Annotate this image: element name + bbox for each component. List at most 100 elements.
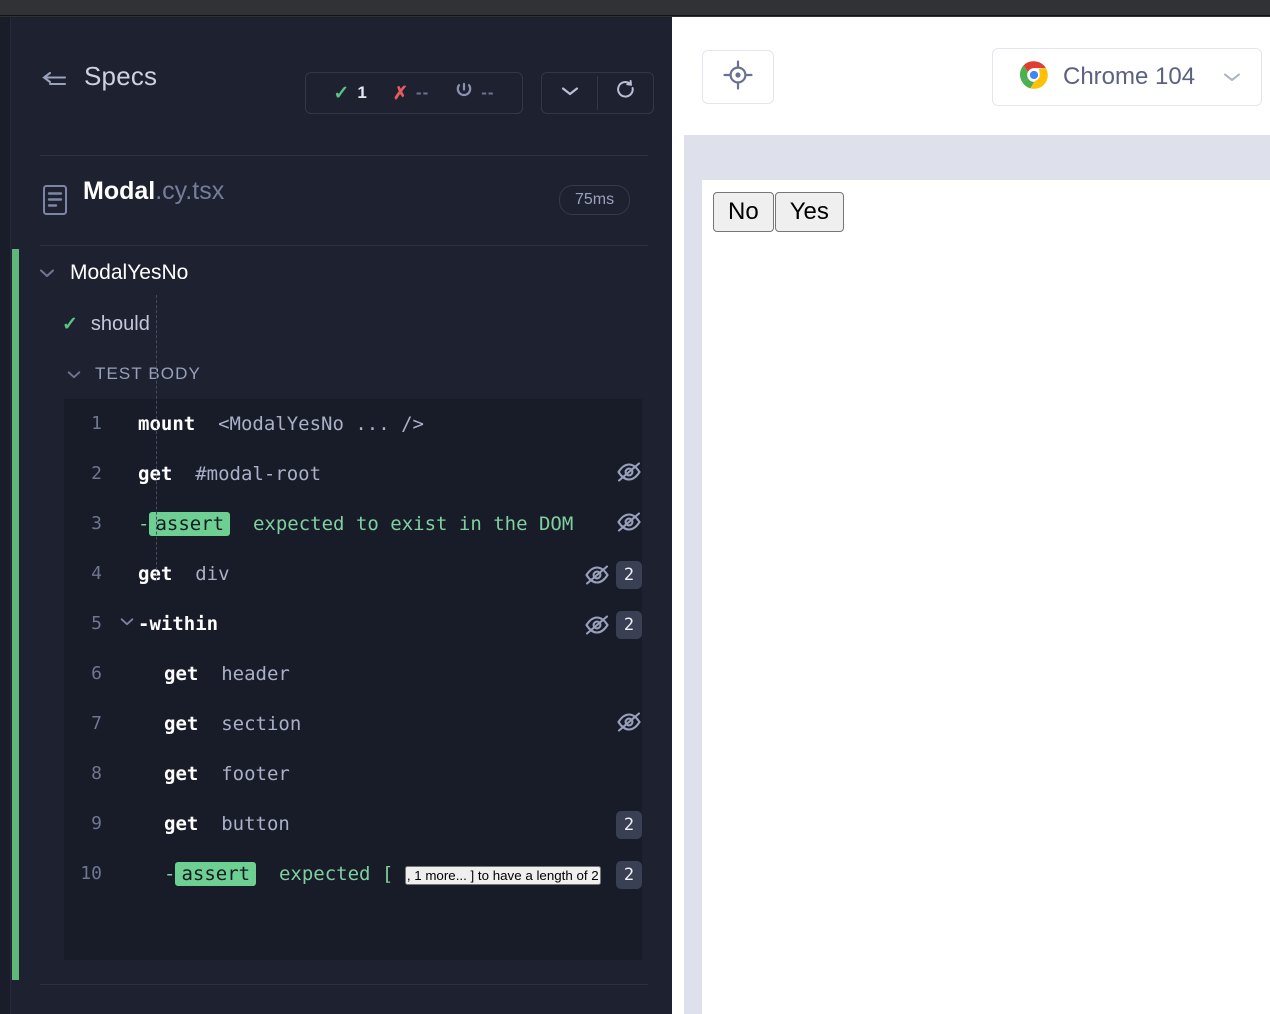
assert-prefix: - xyxy=(138,513,150,535)
spec-file-row[interactable]: Modal.cy.tsx 75ms xyxy=(11,158,672,244)
reporter-controls xyxy=(541,72,654,114)
command-toggle-spacer xyxy=(116,399,138,416)
command-argument: section xyxy=(198,713,302,735)
modal-button-yes[interactable]: Yes xyxy=(774,192,844,232)
test-stats: ✓ 1 ✗ -- -- xyxy=(305,72,523,114)
aut-header: Chrome 104 xyxy=(672,17,1270,135)
test-name: should xyxy=(90,313,150,335)
reporter-header: Specs ✓ 1 ✗ -- -- xyxy=(11,17,672,133)
element-count-badge: 2 xyxy=(616,561,642,589)
command-name: get xyxy=(164,763,199,785)
app-iframe[interactable]: No Yes xyxy=(702,180,1270,1014)
element-count-badge: 2 xyxy=(616,611,642,639)
command-name: get xyxy=(164,663,199,685)
command-argument: <ModalYesNo ... /> xyxy=(195,413,424,435)
command-number: 6 xyxy=(91,663,102,684)
nested-command-guide-line xyxy=(156,295,157,580)
command-row[interactable]: 1 mount <ModalYesNo ... /> xyxy=(64,399,642,449)
command-text: get div xyxy=(138,549,576,599)
command-row[interactable]: 9 get button 2 xyxy=(64,799,642,849)
pending-circle-icon xyxy=(455,82,473,105)
command-row[interactable]: 6 get header xyxy=(64,649,642,699)
command-toggle-spacer xyxy=(116,799,138,816)
chevron-down-icon[interactable] xyxy=(116,599,138,627)
command-number: 3 xyxy=(91,513,102,534)
selector-playground-button[interactable] xyxy=(702,50,774,104)
reporter-left-edge xyxy=(0,17,11,1014)
stat-pending: -- xyxy=(442,82,507,105)
command-text: get footer xyxy=(138,749,634,799)
collapse-all-button[interactable] xyxy=(542,73,597,113)
eye-hidden-icon xyxy=(616,461,642,483)
chevron-down-icon[interactable] xyxy=(38,267,56,279)
command-indicators xyxy=(616,449,642,483)
command-text: get header xyxy=(138,649,634,699)
test-body-header[interactable]: TEST BODY xyxy=(66,364,201,384)
command-row[interactable]: 4 get div 2 xyxy=(64,549,642,599)
command-indicators: 2 xyxy=(616,849,642,889)
browser-name: Chrome 104 xyxy=(1063,63,1196,90)
command-number: 9 xyxy=(91,813,102,834)
command-row[interactable]: 8 get footer xyxy=(64,749,642,799)
command-number: 2 xyxy=(91,463,102,484)
stat-passed: ✓ 1 xyxy=(320,83,379,103)
command-number: 1 xyxy=(91,413,102,434)
command-argument: #modal-root xyxy=(172,463,322,485)
command-argument: button xyxy=(198,813,290,835)
test-row[interactable]: ✓ should xyxy=(62,313,150,336)
command-row[interactable]: 10 - assert expected [ , 1 more... ] to ha… xyxy=(64,849,642,899)
command-number: 10 xyxy=(80,863,102,884)
eye-hidden-icon xyxy=(584,564,610,586)
browser-selector[interactable]: Chrome 104 xyxy=(992,48,1262,106)
command-name: get xyxy=(164,813,199,835)
command-toggle-spacer xyxy=(116,499,138,516)
rerun-tests-button[interactable] xyxy=(598,73,653,113)
spec-extension: .cy.tsx xyxy=(155,177,225,205)
test-pass-indicator-bar xyxy=(12,249,19,980)
modal-button-group: No Yes xyxy=(713,192,844,232)
refresh-icon xyxy=(615,79,637,107)
pending-count: -- xyxy=(481,83,495,102)
command-number: 7 xyxy=(91,713,102,734)
suite-name: ModalYesNo xyxy=(70,261,189,284)
failed-count: -- xyxy=(415,83,430,102)
command-text: get button xyxy=(138,799,608,849)
page-title[interactable]: Specs xyxy=(84,61,157,92)
command-row[interactable]: 7 get section xyxy=(64,699,642,749)
command-number: 4 xyxy=(91,563,102,584)
cypress-component-test-runner: Specs ✓ 1 ✗ -- -- Modal.cy.tsx 75ms Moda… xyxy=(0,0,1270,1014)
chevron-down-icon[interactable] xyxy=(1221,70,1243,84)
spec-duration-badge: 75ms xyxy=(559,185,631,215)
command-indicators: 2 xyxy=(584,599,642,639)
x-icon: ✗ xyxy=(392,83,408,103)
eye-hidden-icon xyxy=(616,511,642,533)
command-argument: div xyxy=(172,563,230,585)
spec-divider xyxy=(40,245,648,246)
back-arrow-icon[interactable] xyxy=(41,69,67,91)
command-number: 8 xyxy=(91,763,102,784)
aut-panel: Chrome 104 No Yes xyxy=(672,17,1270,1014)
command-name: mount xyxy=(138,413,196,435)
command-number: 5 xyxy=(91,613,102,634)
command-row[interactable]: 2 get #modal-root xyxy=(64,449,642,499)
command-indicators xyxy=(616,699,642,733)
assert-badge: assert xyxy=(175,862,257,886)
command-indicators: 2 xyxy=(616,799,642,839)
command-toggle-spacer xyxy=(116,699,138,716)
aut-stage: No Yes xyxy=(684,135,1270,1014)
command-text: - assert expected to exist in the DOM xyxy=(138,499,608,549)
command-row[interactable]: 5 -within 2 xyxy=(64,599,642,649)
crosshair-target-icon xyxy=(723,59,753,95)
command-argument: header xyxy=(198,663,290,685)
modal-button-no[interactable]: No xyxy=(713,192,774,232)
command-indicators: 2 xyxy=(584,549,642,589)
passed-count: 1 xyxy=(357,83,367,102)
assert-message: expected to exist in the DOM xyxy=(230,513,574,535)
element-count-badge: 2 xyxy=(616,811,642,839)
os-title-bar xyxy=(0,0,1270,16)
suite-row[interactable]: ModalYesNo xyxy=(38,261,188,285)
command-name: -within xyxy=(138,613,219,635)
chevron-down-icon[interactable] xyxy=(66,369,82,380)
eye-hidden-icon xyxy=(616,711,642,733)
command-row[interactable]: 3 - assert expected to exist in the DOM xyxy=(64,499,642,549)
